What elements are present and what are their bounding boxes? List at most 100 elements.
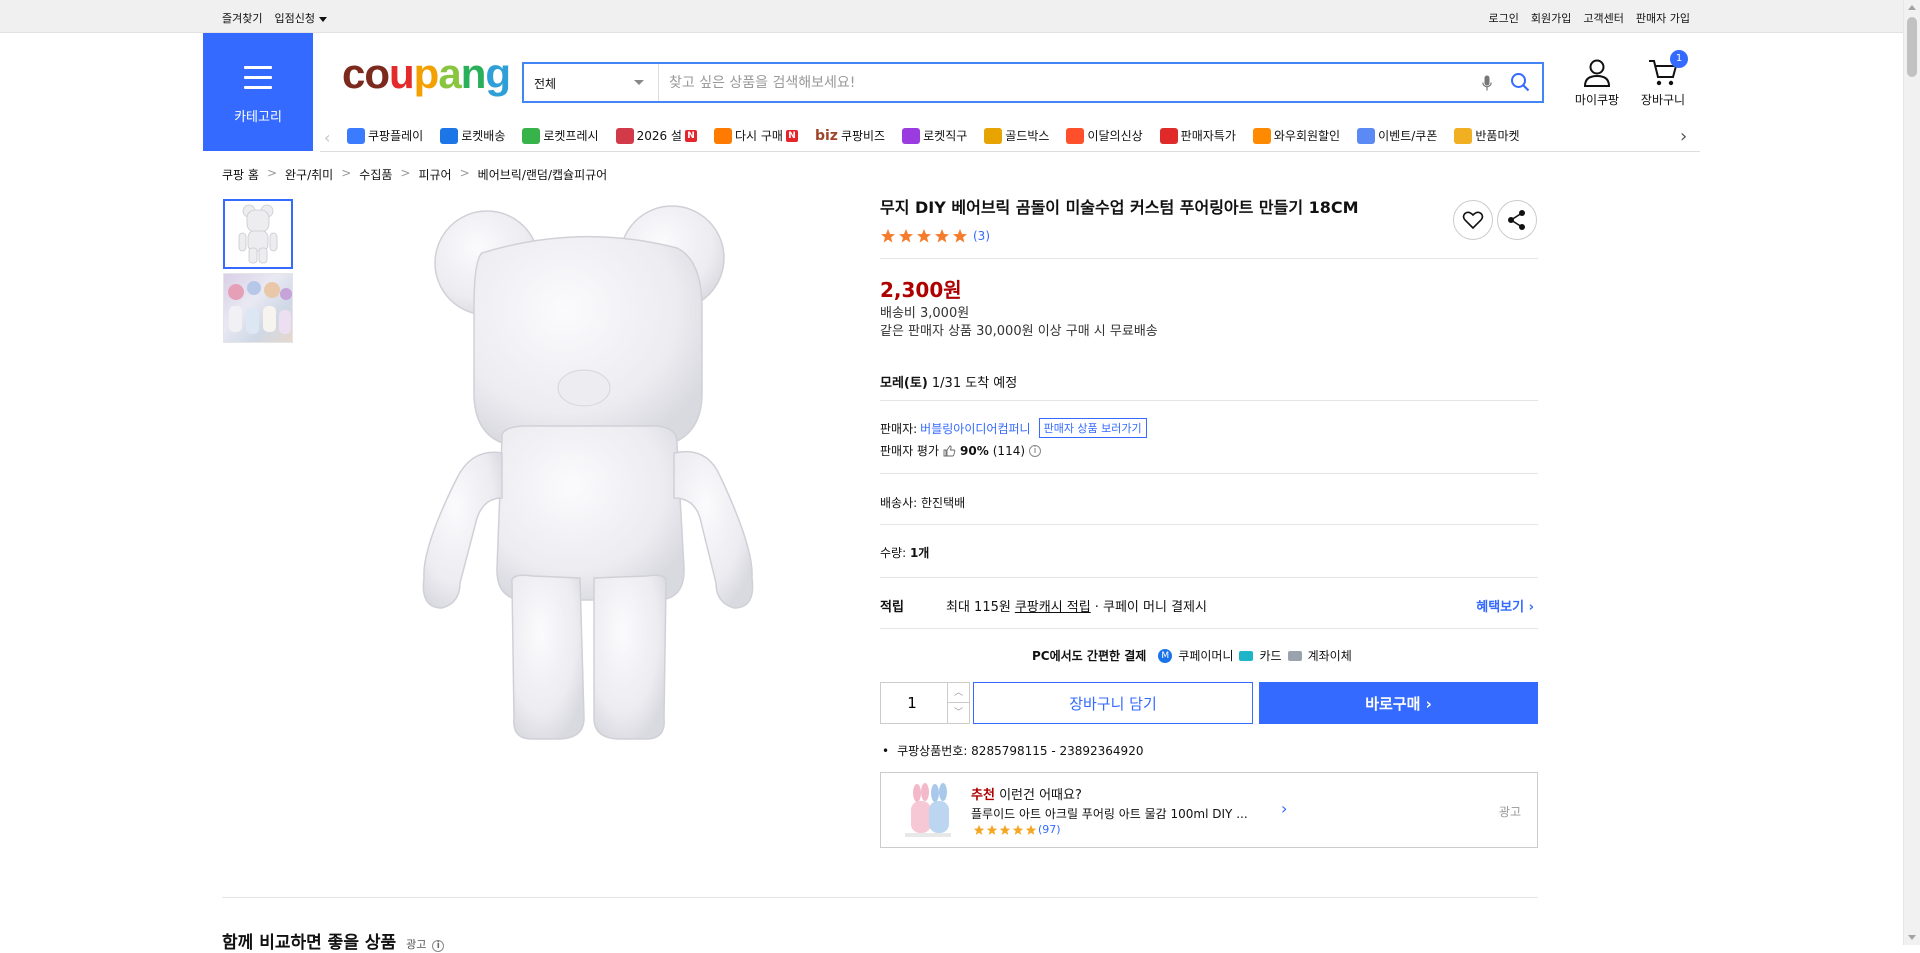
nav-item[interactable]: biz 쿠팡비즈 xyxy=(815,127,885,144)
info-icon[interactable]: i xyxy=(1029,444,1042,457)
nav-item[interactable]: 골드박스 xyxy=(984,127,1049,144)
main-product-image[interactable] xyxy=(402,198,782,748)
coupang-cash-link[interactable]: 쿠팡캐시 적립 xyxy=(1015,596,1091,615)
star-icon xyxy=(953,229,967,243)
nav-item[interactable]: 반품마켓 xyxy=(1454,127,1520,144)
cart-count-badge: 1 xyxy=(1670,50,1688,68)
nav-icon xyxy=(440,127,459,144)
bank-icon xyxy=(1287,650,1302,661)
microphone-icon[interactable] xyxy=(1482,75,1492,91)
mycoupang-label: 마이쿠팡 xyxy=(1574,93,1620,107)
nav-item-label: 쿠팡비즈 xyxy=(840,129,886,143)
logo-letter: g xyxy=(485,50,511,97)
nav-prev-icon[interactable]: ‹ xyxy=(324,128,330,147)
search-icon[interactable] xyxy=(1510,72,1530,92)
breadcrumb-separator-icon: > xyxy=(400,166,411,180)
nav-item[interactable]: 2026 설N xyxy=(615,127,697,144)
chevron-right-icon[interactable]: › xyxy=(1281,799,1287,818)
thumbs-up-icon xyxy=(943,445,956,456)
recommendation-card[interactable]: 추천 이런건 어때요? 플루이드 아트 아크릴 푸어링 아트 물감 100ml … xyxy=(880,772,1538,848)
nav-item[interactable]: 다시 구매 N xyxy=(713,127,798,144)
nav-item-label: 골드박스 xyxy=(1005,129,1050,143)
share-icon xyxy=(1508,210,1525,230)
scroll-up-icon[interactable] xyxy=(1908,5,1916,10)
bookmark-link[interactable]: 즐겨찾기 xyxy=(222,10,262,26)
quantity-row: 수량: 1개 xyxy=(880,544,929,561)
benefits-link[interactable]: 혜택보기 › xyxy=(1476,596,1534,615)
nav-item-label: 이달의신상 xyxy=(1087,129,1143,143)
nav-item-label: 로켓프레시 xyxy=(543,129,599,143)
mycoupang-button[interactable]: 마이쿠팡 xyxy=(1567,58,1627,108)
seller-rating-percent: 90% xyxy=(960,443,989,458)
login-link[interactable]: 로그인 xyxy=(1489,10,1519,26)
breadcrumb-item[interactable]: 완구/취미 xyxy=(285,166,333,183)
carrier-label: 배송사: xyxy=(880,496,918,510)
logo-letter: n xyxy=(460,50,487,97)
nav-item[interactable]: 이벤트/쿠폰 xyxy=(1357,127,1437,144)
star-icon xyxy=(1025,824,1037,835)
benefits-label: 혜택보기 xyxy=(1476,600,1525,615)
new-badge: N xyxy=(785,129,798,142)
nav-item[interactable]: 로켓프레시 xyxy=(522,127,599,144)
buy-now-button[interactable]: 바로구매 › xyxy=(1259,682,1538,724)
seller-apply-link[interactable]: 입점신청 xyxy=(274,10,327,26)
nav-item-label: 로켓직구 xyxy=(923,129,968,143)
page-scrollbar[interactable] xyxy=(1903,0,1920,945)
share-button[interactable] xyxy=(1497,200,1537,240)
nav-icon xyxy=(347,127,365,144)
info-icon[interactable]: i xyxy=(432,940,445,952)
recommended-product-name[interactable]: 플루이드 아트 아크릴 푸어링 아트 물감 100ml DIY ... xyxy=(971,805,1271,822)
recommended-product-image xyxy=(899,783,955,839)
thumbnail-2[interactable] xyxy=(223,273,293,343)
breadcrumb-item[interactable]: 수집품 xyxy=(359,166,392,183)
category-nav-list: 쿠팡플레이 로켓배송 로켓프레시 2026 설 N 다시 구매 N biz 쿠팡비즈 로켓직구 골드… xyxy=(347,127,1520,144)
add-to-cart-button[interactable]: 장바구니 담기 xyxy=(973,682,1253,724)
nav-item[interactable]: 로켓직구 xyxy=(902,127,967,144)
logo-letter: p xyxy=(413,50,440,97)
nav-item[interactable]: 판매자특가 xyxy=(1159,127,1236,144)
pay-methods: PC에서도 간편한 결제 M 쿠페이머니 카드 계좌이체 xyxy=(1032,647,1352,664)
bear-thumbnail-image xyxy=(225,201,291,267)
quantity-decrease-icon[interactable]: ﹀ xyxy=(947,703,969,723)
cart-button[interactable]: 1 장바구니 xyxy=(1635,50,1691,108)
nav-item[interactable]: 이달의신상 xyxy=(1066,127,1143,144)
shipping-fee: 배송비 3,000원 xyxy=(880,306,970,321)
quantity-increase-icon[interactable]: ︿ xyxy=(947,683,969,703)
scroll-down-icon[interactable] xyxy=(1908,935,1916,940)
category-nav: ‹ 쿠팡플레이 로켓배송 로켓프레시 2026 설 N 다시 구매 N biz 쿠팡비즈 로켓직구… xyxy=(320,120,1700,152)
favorite-button[interactable] xyxy=(1453,200,1493,240)
quantity-stepper: ︿ ﹀ xyxy=(880,682,970,724)
nav-item[interactable]: 로켓배송 xyxy=(440,127,505,144)
nav-item[interactable]: 쿠팡플레이 xyxy=(347,127,423,144)
rating-count[interactable]: (3) xyxy=(973,229,990,243)
nav-item[interactable]: 와우회원할인 xyxy=(1252,127,1340,144)
seller-name-link[interactable]: 버블링아이디어컴퍼니 xyxy=(920,420,1030,437)
coupang-logo[interactable]: coupang xyxy=(342,50,511,97)
divider xyxy=(880,400,1538,401)
recommend-prefix: 추천 xyxy=(971,788,995,803)
breadcrumb-item[interactable]: 피규어 xyxy=(418,166,451,183)
white-bear-figure-image xyxy=(422,205,754,740)
breadcrumb-item[interactable]: 베어브릭/랜덤/캡슐피규어 xyxy=(478,166,608,183)
rating-stars[interactable]: (3) xyxy=(880,228,990,244)
search-scope-select[interactable]: 전체 xyxy=(524,64,659,101)
thumbnail-1[interactable] xyxy=(223,199,293,269)
star-icon xyxy=(1012,824,1024,835)
category-button[interactable]: 카테고리 xyxy=(203,33,313,151)
nav-icon xyxy=(902,127,921,144)
scroll-thumb[interactable] xyxy=(1907,17,1917,77)
quantity-input[interactable] xyxy=(881,683,943,723)
nav-icon xyxy=(615,127,634,144)
nav-item-label: 쿠팡플레이 xyxy=(368,129,424,143)
breadcrumb-separator-icon: > xyxy=(341,166,352,180)
seller-products-link[interactable]: 판매자 상품 보러가기 xyxy=(1038,418,1147,438)
hamburger-icon xyxy=(244,66,272,96)
nav-item-label: 로켓배송 xyxy=(461,129,506,143)
customer-center-link[interactable]: 고객센터 xyxy=(1583,10,1623,26)
search-bar: 전체 xyxy=(522,62,1544,103)
signup-link[interactable]: 회원가입 xyxy=(1531,10,1571,26)
nav-next-icon[interactable]: › xyxy=(1680,126,1687,147)
search-input[interactable] xyxy=(669,69,1469,96)
breadcrumb-item[interactable]: 쿠팡 홈 xyxy=(222,166,259,183)
seller-signup-link[interactable]: 판매자 가입 xyxy=(1636,10,1690,26)
